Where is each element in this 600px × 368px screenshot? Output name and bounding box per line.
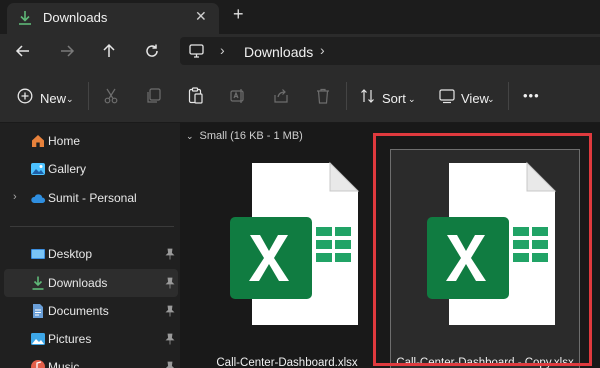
sidebar-item-label: Downloads [48,276,108,290]
address-bar[interactable]: › Downloads › [180,37,600,65]
chevron-down-icon: ⌄ [186,131,194,141]
sidebar-item-label: Sumit - Personal [48,191,137,205]
file-list: ⌄ Small (16 KB - 1 MB) Call-Center-Dashbo… [180,123,600,368]
music-icon [31,360,45,368]
sidebar-item-label: Music [48,360,80,368]
chevron-down-icon: ⌄ [408,94,416,104]
download-icon [32,276,44,290]
gallery-icon [31,163,45,175]
chevron-down-icon: ⌄ [487,94,495,104]
refresh-icon[interactable] [143,42,161,60]
sidebar-item-documents[interactable]: Documents [4,297,178,325]
sidebar-item-downloads[interactable]: Downloads [4,269,178,297]
paste-icon[interactable] [188,87,203,104]
tab-strip: Downloads ✕ + [0,0,600,34]
sidebar-item-gallery[interactable]: Gallery [4,155,178,183]
home-icon [32,135,44,147]
download-icon [19,11,31,25]
divider [88,82,89,110]
file-name: Call-Center-Dashboard.xlsx [216,357,358,368]
sidebar-item-onedrive[interactable]: › Sumit - Personal [4,184,178,212]
pin-icon[interactable] [165,305,175,317]
excel-file-icon [230,161,360,325]
more-options-icon[interactable]: ••• [523,88,540,103]
file-item[interactable]: Call-Center-Dashboard.xlsx [192,149,382,368]
sidebar-item-label: Desktop [48,247,93,261]
delete-icon[interactable] [316,88,330,104]
pin-icon[interactable] [165,277,175,289]
navigation-pane: Home Gallery › Sumit - Personal Desktop [0,123,180,368]
navigation-bar: › Downloads › [0,34,600,68]
sidebar-item-label: Gallery [48,162,87,176]
divider [508,82,509,110]
cut-icon[interactable] [104,88,118,104]
pin-icon[interactable] [165,361,175,368]
new-label: New [40,91,67,106]
group-header-text: Small (16 KB - 1 MB) [199,130,303,142]
documents-icon [33,304,43,318]
view-label: View [461,91,489,106]
file-name: Call-Center-Dashboard - Copy.xlsx [396,357,574,368]
tab-downloads[interactable]: Downloads ✕ [7,3,219,34]
rename-icon[interactable] [230,88,246,104]
computer-icon [189,44,204,58]
pin-icon[interactable] [165,333,175,345]
pictures-icon [31,333,45,345]
chevron-right-icon[interactable]: › [220,42,225,58]
divider [346,82,347,110]
chevron-right-icon[interactable]: › [13,191,17,203]
copy-icon[interactable] [146,88,161,104]
plus-icon[interactable]: + [233,4,244,25]
sidebar-item-label: Pictures [48,332,92,346]
sidebar-item-desktop[interactable]: Desktop [4,240,178,268]
breadcrumb-downloads[interactable]: Downloads [244,44,313,60]
sort-icon [361,89,374,103]
divider [10,226,174,227]
desktop-icon [31,249,45,259]
sidebar-item-music[interactable]: Music [4,353,178,368]
forward-arrow-icon[interactable] [58,42,76,60]
chevron-right-icon[interactable]: › [320,42,325,58]
file-item-selected[interactable]: Call-Center-Dashboard - Copy.xlsx [390,149,580,368]
cloud-icon [31,194,46,203]
back-arrow-icon[interactable] [14,42,32,60]
up-arrow-icon[interactable] [100,42,118,60]
chevron-down-icon: ⌄ [66,94,74,104]
sort-label: Sort [382,91,406,106]
command-bar: New ⌄ Sort ⌄ View ⌄ ••• [0,68,600,123]
tab-title: Downloads [43,10,108,25]
group-header-label: ⌄ Small (16 KB - 1 MB) [186,130,303,142]
plus-circle-icon [17,88,33,104]
sidebar-item-label: Documents [48,304,109,318]
excel-file-icon [427,161,557,325]
share-icon[interactable] [273,88,289,104]
close-icon[interactable]: ✕ [195,8,207,25]
sidebar-item-label: Home [48,134,81,148]
pin-icon[interactable] [165,248,175,260]
sidebar-item-home[interactable]: Home [4,127,178,155]
sidebar-item-pictures[interactable]: Pictures [4,325,178,353]
view-icon [439,89,455,104]
